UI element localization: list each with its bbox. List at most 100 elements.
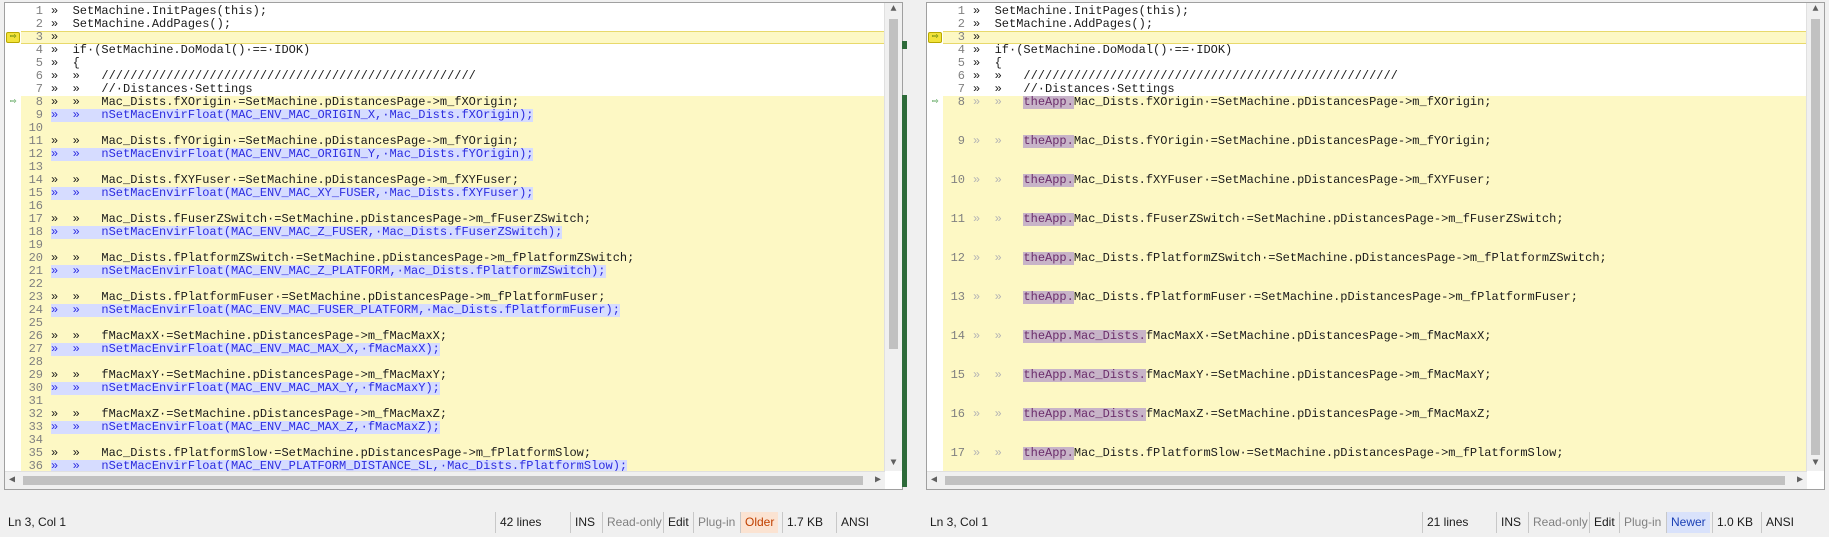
indent-markers: » »: [973, 174, 1024, 187]
code-line[interactable]: 1» SetMachine.InitPages(this);: [21, 5, 884, 18]
code-line[interactable]: 28: [21, 356, 884, 369]
encoding[interactable]: ANSI: [1761, 512, 1798, 533]
code-line[interactable]: 12» » nSetMacEnvirFloat(MAC_ENV_MAC_ORIG…: [21, 148, 884, 161]
edit-indicator[interactable]: Edit: [1589, 512, 1619, 533]
code-line[interactable]: 7» » //·Distances·Settings: [943, 83, 1806, 96]
code-text: » » Mac_Dists.fPlatformSlow·=SetMachine.…: [51, 447, 884, 460]
scroll-up-icon[interactable]: ▲: [885, 3, 902, 17]
read-only-indicator[interactable]: Read-only: [1528, 512, 1592, 533]
code-line[interactable]: 2» SetMachine.AddPages();: [943, 18, 1806, 31]
insert-mode[interactable]: INS: [570, 512, 599, 533]
left-horizontal-scrollbar[interactable]: ◀ ▶: [5, 471, 885, 489]
left-horizontal-scroll-thumb[interactable]: [23, 476, 863, 485]
code-line[interactable]: 4» if·(SetMachine.DoModal()·==·IDOK): [943, 44, 1806, 57]
code-line[interactable]: 3»: [943, 31, 1806, 44]
cursor-position: Ln 3, Col 1: [8, 515, 67, 529]
edit-indicator[interactable]: Edit: [663, 512, 693, 533]
code-line[interactable]: 19: [21, 239, 884, 252]
code-content: »: [51, 32, 59, 43]
code-line[interactable]: 1» SetMachine.InitPages(this);: [943, 5, 1806, 18]
plugin-indicator[interactable]: Plug-in: [693, 512, 739, 533]
scroll-down-icon[interactable]: ▼: [1807, 457, 1824, 471]
code-line[interactable]: 22: [21, 278, 884, 291]
encoding[interactable]: ANSI: [836, 512, 873, 533]
left-vertical-scroll-thumb[interactable]: [889, 19, 898, 349]
read-only-indicator[interactable]: Read-only: [602, 512, 666, 533]
code-line[interactable]: 33» » nSetMacEnvirFloat(MAC_ENV_MAC_MAX_…: [21, 421, 884, 434]
code-line[interactable]: 8» » Mac_Dists.fXOrigin·=SetMachine.pDis…: [21, 96, 884, 109]
code-line[interactable]: 6» » ///////////////////////////////////…: [21, 70, 884, 83]
code-content: »: [973, 32, 981, 43]
code-line[interactable]: 11 » » theApp.Mac_Dists.fFuserZSwitch·=Se…: [943, 213, 1806, 252]
code-line[interactable]: 5» {: [943, 57, 1806, 70]
code-line[interactable]: 7» » //·Distances·Settings: [21, 83, 884, 96]
code-line[interactable]: 15» » nSetMacEnvirFloat(MAC_ENV_MAC_XY_F…: [21, 187, 884, 200]
code-line[interactable]: 16 » » theApp.Mac_Dists.fMacMaxZ·=SetMach…: [943, 408, 1806, 447]
changed-text: » » nSetMacEnvirFloat(MAC_ENV_MAC_Z_FUSE…: [51, 226, 563, 239]
code-line[interactable]: 10 » » theApp.Mac_Dists.fXYFuser·=SetMach…: [943, 174, 1806, 213]
code-text: » » fMacMaxZ·=SetMachine.pDistancesPage-…: [51, 408, 884, 421]
inserted-text: theApp.: [1023, 291, 1074, 304]
code-line[interactable]: 25: [21, 317, 884, 330]
code-line[interactable]: 14 » » theApp.Mac_Dists.fMacMaxX·=SetMach…: [943, 330, 1806, 369]
code-line[interactable]: 21» » nSetMacEnvirFloat(MAC_ENV_MAC_Z_PL…: [21, 265, 884, 278]
code-text: » » nSetMacEnvirFloat(MAC_ENV_MAC_Z_PLAT…: [51, 265, 884, 278]
code-line[interactable]: 10: [21, 122, 884, 135]
code-line[interactable]: 16: [21, 200, 884, 213]
code-line[interactable]: 15 » » theApp.Mac_Dists.fMacMaxY·=SetMach…: [943, 369, 1806, 408]
right-code-lines: 1» SetMachine.InitPages(this); 2» SetMach…: [943, 5, 1806, 489]
indent-markers: » »: [973, 369, 1024, 382]
code-line[interactable]: 6» » ///////////////////////////////////…: [943, 70, 1806, 83]
right-horizontal-scroll-thumb[interactable]: [945, 476, 1785, 485]
code-line[interactable]: 31: [21, 395, 884, 408]
right-vertical-scroll-thumb[interactable]: [1811, 19, 1820, 455]
code-line[interactable]: 30» » nSetMacEnvirFloat(MAC_ENV_MAC_MAX_…: [21, 382, 884, 395]
code-line[interactable]: 11» » Mac_Dists.fYOrigin·=SetMachine.pDi…: [21, 135, 884, 148]
code-line[interactable]: 34: [21, 434, 884, 447]
code-line[interactable]: 23» » Mac_Dists.fPlatformFuser·=SetMachi…: [21, 291, 884, 304]
code-line[interactable]: 24» » nSetMacEnvirFloat(MAC_ENV_MAC_FUSE…: [21, 304, 884, 317]
scroll-down-icon[interactable]: ▼: [885, 457, 902, 471]
scroll-left-icon[interactable]: ◀: [5, 472, 19, 489]
scroll-up-icon[interactable]: ▲: [1807, 3, 1824, 17]
code-line[interactable]: 13 » » theApp.Mac_Dists.fPlatformFuser·=S…: [943, 291, 1806, 330]
right-horizontal-scrollbar[interactable]: ◀ ▶: [927, 471, 1807, 489]
code-line[interactable]: 9 » » theApp.Mac_Dists.fYOrigin·=SetMachi…: [943, 135, 1806, 174]
code-line[interactable]: 17» » Mac_Dists.fFuserZSwitch·=SetMachin…: [21, 213, 884, 226]
code-content: » SetMachine.InitPages(this);: [51, 5, 268, 18]
code-line[interactable]: 32» » fMacMaxZ·=SetMachine.pDistancesPag…: [21, 408, 884, 421]
left-editor[interactable]: ⇨ ⇨ 1» SetMachine.InitPages(this); 2» SetM…: [4, 2, 903, 490]
code-line[interactable]: 4» if·(SetMachine.DoModal()·==·IDOK): [21, 44, 884, 57]
code-line[interactable]: 29» » fMacMaxY·=SetMachine.pDistancesPag…: [21, 369, 884, 382]
left-vertical-scrollbar[interactable]: ▲ ▼: [884, 3, 902, 471]
code-line[interactable]: 18» » nSetMacEnvirFloat(MAC_ENV_MAC_Z_FU…: [21, 226, 884, 239]
code-line[interactable]: 20» » Mac_Dists.fPlatformZSwitch·=SetMac…: [21, 252, 884, 265]
code-line[interactable]: 35» » Mac_Dists.fPlatformSlow·=SetMachin…: [21, 447, 884, 460]
inserted-text: theApp.: [1023, 213, 1074, 226]
code-line[interactable]: 26» » fMacMaxX·=SetMachine.pDistancesPag…: [21, 330, 884, 343]
code-text: » SetMachine.AddPages();: [51, 18, 884, 31]
code-line[interactable]: 2» SetMachine.AddPages();: [21, 18, 884, 31]
code-line[interactable]: 5» {: [21, 57, 884, 70]
current-line-arrow-icon: ⇨: [6, 32, 20, 43]
code-line[interactable]: 27» » nSetMacEnvirFloat(MAC_ENV_MAC_MAX_…: [21, 343, 884, 356]
code-line[interactable]: 12 » » theApp.Mac_Dists.fPlatformZSwitch·…: [943, 252, 1806, 291]
code-line[interactable]: 8 » » theApp.Mac_Dists.fXOrigin·=SetMachi…: [943, 96, 1806, 135]
pane-splitter[interactable]: [908, 0, 922, 537]
scroll-left-icon[interactable]: ◀: [927, 472, 941, 489]
code-text: » SetMachine.AddPages();: [973, 18, 1806, 31]
scroll-right-icon[interactable]: ▶: [871, 472, 885, 489]
code-line[interactable]: 13: [21, 161, 884, 174]
right-vertical-scrollbar[interactable]: ▲ ▼: [1806, 3, 1824, 471]
code-text: » » nSetMacEnvirFloat(MAC_ENV_MAC_XY_FUS…: [51, 187, 884, 200]
code-line[interactable]: 14» » Mac_Dists.fXYFuser·=SetMachine.pDi…: [21, 174, 884, 187]
insert-mode[interactable]: INS: [1496, 512, 1525, 533]
code-content: » SetMachine.InitPages(this);: [973, 5, 1190, 18]
plugin-indicator[interactable]: Plug-in: [1619, 512, 1665, 533]
scroll-right-icon[interactable]: ▶: [1793, 472, 1807, 489]
code-line[interactable]: 9» » nSetMacEnvirFloat(MAC_ENV_MAC_ORIGI…: [21, 109, 884, 122]
code-content: » » Mac_Dists.fPlatformFuser·=SetMachine…: [51, 291, 606, 304]
code-line[interactable]: 3»: [21, 31, 884, 44]
code-text: »: [973, 32, 1806, 43]
right-editor[interactable]: ⇨ ⇨ 1» SetMachine.InitPages(this); 2» SetM…: [926, 2, 1825, 490]
